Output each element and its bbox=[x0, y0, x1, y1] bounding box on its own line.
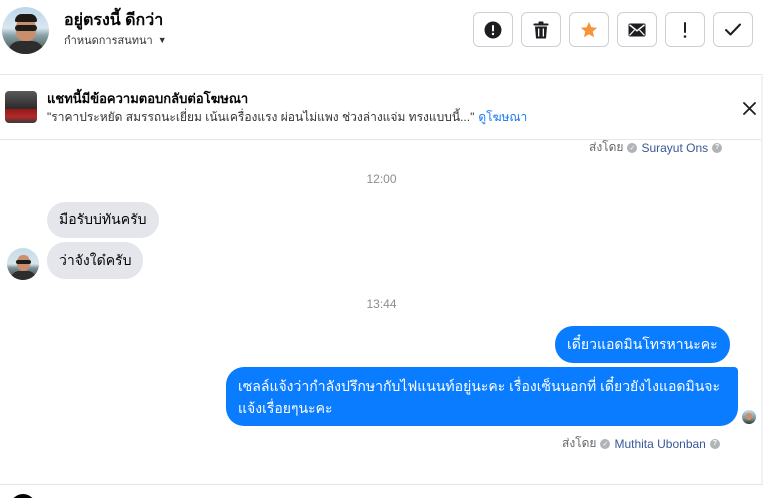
help-icon[interactable]: ? bbox=[712, 142, 723, 153]
alert-circle-icon bbox=[484, 21, 502, 38]
sent-by-label: ส่งโดย bbox=[562, 436, 597, 450]
composer-avatar-icon[interactable] bbox=[10, 494, 36, 498]
help-icon[interactable]: ? bbox=[709, 438, 720, 449]
ad-quote: "ราคาประหยัด สมรรถนะเยี่ยม เน้นเครื่องแร… bbox=[47, 110, 475, 124]
sent-by-label: ส่งโดย bbox=[589, 140, 624, 154]
contact-avatar[interactable] bbox=[2, 7, 49, 54]
sender-name[interactable]: Muthita Ubonban bbox=[614, 437, 705, 451]
contact-name[interactable]: อยู่ตรงนี้ ดีกว่า bbox=[64, 8, 163, 33]
checkmark-icon bbox=[725, 23, 741, 36]
mark-done-button[interactable] bbox=[713, 12, 753, 47]
envelope-icon bbox=[628, 23, 646, 36]
ad-banner-text: "ราคาประหยัด สมรรถนะเยี่ยม เน้นเครื่องแร… bbox=[47, 108, 527, 127]
conversation-settings-dropdown[interactable]: กำหนดการสนทนา ▼ bbox=[64, 31, 167, 49]
contact-avatar-small[interactable] bbox=[7, 248, 39, 280]
sent-by-bottom: ส่งโดย ✓ Muthita Ubonban ? bbox=[562, 434, 720, 453]
close-banner-button[interactable] bbox=[738, 97, 760, 119]
conversation-toolbar bbox=[473, 12, 753, 47]
message-timestamp: 12:00 bbox=[366, 172, 397, 186]
conversation-settings-label: กำหนดการสนทนา bbox=[64, 35, 153, 47]
flag-button[interactable] bbox=[665, 12, 705, 47]
incoming-message[interactable]: ว่าจังใด๋ครับ bbox=[47, 242, 144, 279]
outgoing-message[interactable]: เซลล์แจ้งว่ากำลังปรึกษากับไฟแนนท์อยู่นะค… bbox=[226, 367, 738, 426]
trash-icon bbox=[533, 21, 549, 38]
star-button[interactable] bbox=[569, 12, 609, 47]
ad-banner-title: แชทนี้มีข้อความตอบกลับต่อโฆษณา bbox=[47, 91, 249, 106]
exclamation-icon bbox=[683, 21, 687, 38]
outgoing-message[interactable]: เดี๋ยวแอดมินโทรหานะคะ bbox=[555, 326, 730, 363]
caret-down-icon: ▼ bbox=[157, 35, 167, 45]
close-icon bbox=[742, 101, 756, 115]
ad-thumbnail[interactable] bbox=[5, 91, 37, 123]
incoming-message[interactable]: มือรับบ่ทันครับ bbox=[47, 202, 159, 238]
composer-bar bbox=[0, 484, 763, 498]
verified-icon: ✓ bbox=[627, 142, 638, 153]
ad-reply-banner: แชทนี้มีข้อความตอบกลับต่อโฆษณา "ราคาประห… bbox=[0, 76, 763, 140]
mark-unread-button[interactable] bbox=[617, 12, 657, 47]
verified-icon: ✓ bbox=[600, 438, 611, 449]
delete-button[interactable] bbox=[521, 12, 561, 47]
mark-spam-button[interactable] bbox=[473, 12, 513, 47]
message-timestamp: 13:44 bbox=[366, 297, 397, 311]
view-ad-link[interactable]: ดูโฆษณา bbox=[478, 110, 527, 124]
sent-by-top: ส่งโดย ✓ Surayut Ons ? bbox=[589, 138, 723, 157]
sender-name[interactable]: Surayut Ons bbox=[641, 141, 708, 155]
star-icon bbox=[580, 21, 598, 37]
conversation-header: อยู่ตรงนี้ ดีกว่า กำหนดการสนทนา ▼ bbox=[0, 0, 763, 75]
seen-avatar bbox=[742, 410, 756, 424]
